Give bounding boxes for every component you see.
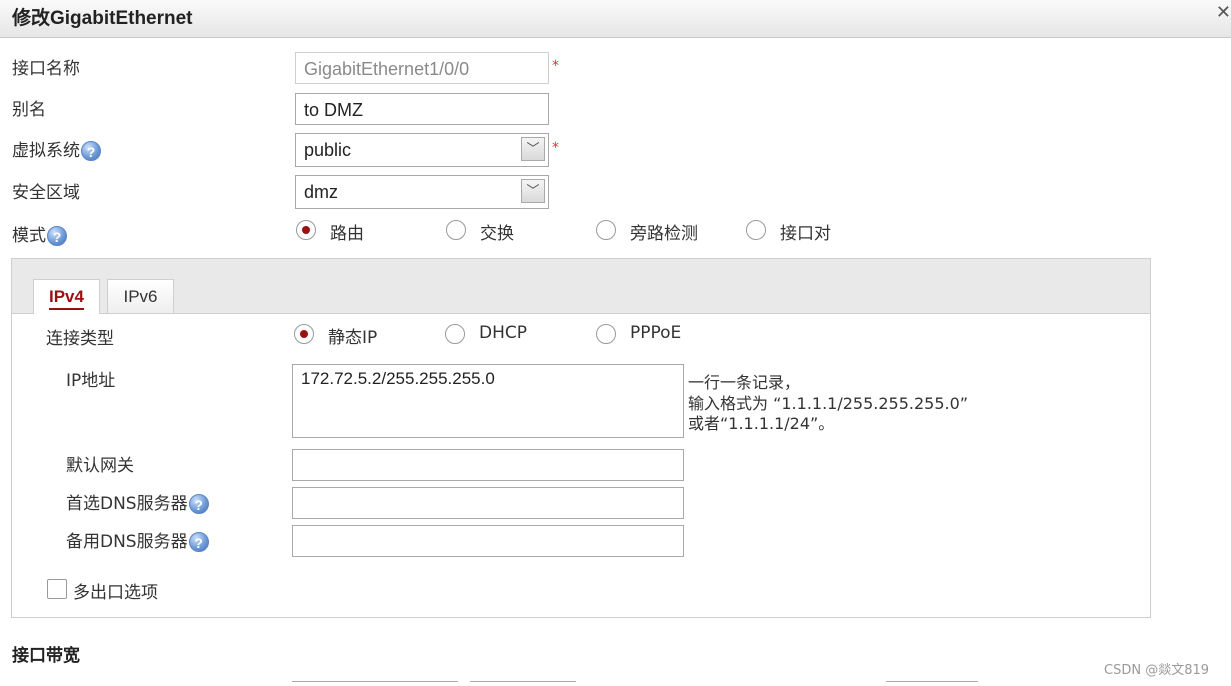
ip-address-hint-line-1: 一行一条记录， xyxy=(688,373,801,392)
close-icon[interactable]: ✕ xyxy=(1216,2,1231,23)
radio-icon[interactable] xyxy=(746,220,766,240)
radio-icon[interactable] xyxy=(596,220,616,240)
ip-address-label: IP地址 xyxy=(66,371,116,391)
connection-type-label-pppoe: PPPoE xyxy=(630,323,682,343)
watermark: CSDN @燚文819 xyxy=(1104,663,1210,678)
tab-bar xyxy=(12,259,1150,314)
mode-label: 模式? xyxy=(12,221,67,246)
chevron-down-icon[interactable]: ﹀ xyxy=(521,179,545,203)
bandwidth-section-title: 接口带宽 xyxy=(12,646,80,666)
mode-option-label: 旁路检测 xyxy=(630,224,698,244)
radio-icon[interactable] xyxy=(445,324,465,344)
secondary-dns-input[interactable] xyxy=(292,525,684,557)
multi-exit-label: 多出口选项 xyxy=(73,583,158,603)
primary-dns-input[interactable] xyxy=(292,487,684,519)
connection-type-label: 连接类型 xyxy=(46,329,114,349)
virtual-system-select[interactable]: public ﹀ xyxy=(295,133,549,167)
ip-address-textarea[interactable]: 172.72.5.2/255.255.255.0 xyxy=(292,364,684,438)
dialog-title: 修改GigabitEthernet xyxy=(12,8,193,29)
tab-ipv4-label: IPv4 xyxy=(49,287,84,310)
ip-address-hint-line-2: 输入格式为 “1.1.1.1/255.255.255.0” xyxy=(688,394,969,413)
ip-address-hint-line-3: 或者“1.1.1.1/24”。 xyxy=(688,414,835,433)
interface-name-label: 接口名称 xyxy=(12,59,80,79)
mode-option-label: 路由 xyxy=(330,224,364,244)
default-gateway-label: 默认网关 xyxy=(66,456,134,476)
mode-option-label: 交换 xyxy=(480,224,514,244)
tab-ipv6[interactable]: IPv6 xyxy=(107,279,174,313)
secondary-dns-label: 备用DNS服务器? xyxy=(66,527,209,552)
alias-input[interactable]: to DMZ xyxy=(295,93,549,125)
virtual-system-label: 虚拟系统? xyxy=(12,136,101,161)
virtual-system-value: public xyxy=(304,140,352,160)
help-icon[interactable]: ? xyxy=(188,494,209,514)
security-zone-select[interactable]: dmz ﹀ xyxy=(295,175,549,209)
mode-label-text: 模式 xyxy=(12,226,46,246)
secondary-dns-label-text: 备用DNS服务器 xyxy=(66,532,188,552)
tab-ipv6-label: IPv6 xyxy=(123,287,158,306)
security-zone-label: 安全区域 xyxy=(12,183,80,203)
connection-type-label-static: 静态IP xyxy=(328,328,378,348)
radio-icon[interactable] xyxy=(596,324,616,344)
tab-ipv4[interactable]: IPv4 xyxy=(33,279,100,314)
primary-dns-label: 首选DNS服务器? xyxy=(66,489,209,514)
required-mark: * xyxy=(552,140,559,156)
chevron-down-icon[interactable]: ﹀ xyxy=(521,137,545,161)
security-zone-value: dmz xyxy=(304,182,339,202)
multi-exit-checkbox[interactable] xyxy=(47,579,67,599)
radio-icon[interactable] xyxy=(446,220,466,240)
connection-type-label-dhcp: DHCP xyxy=(479,323,527,343)
primary-dns-label-text: 首选DNS服务器 xyxy=(66,494,188,514)
radio-selected-icon[interactable] xyxy=(294,324,314,344)
default-gateway-input[interactable] xyxy=(292,449,684,481)
radio-selected-icon[interactable] xyxy=(296,220,316,240)
help-icon[interactable]: ? xyxy=(47,226,67,246)
virtual-system-label-text: 虚拟系统 xyxy=(12,141,80,161)
help-icon[interactable]: ? xyxy=(81,141,101,161)
help-icon[interactable]: ? xyxy=(188,532,209,552)
alias-label: 别名 xyxy=(12,100,46,120)
required-mark: * xyxy=(552,58,559,74)
interface-name-field: GigabitEthernet1/0/0 xyxy=(295,52,549,84)
mode-option-label: 接口对 xyxy=(780,224,831,244)
